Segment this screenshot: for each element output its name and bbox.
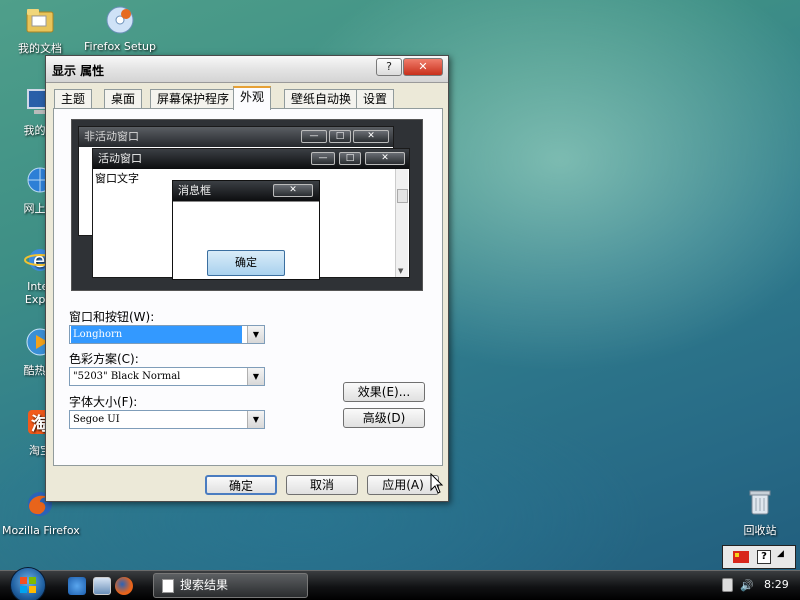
preview-scrollbar: ▼ [395, 169, 408, 277]
close-button[interactable]: ✕ [403, 58, 443, 76]
display-properties-dialog: 显示 属性 ? ✕ 主题 桌面 屏幕保护程序 外观 壁纸自动换 设置 非活动窗口… [45, 55, 449, 502]
windows-logo-icon [20, 577, 36, 593]
china-flag-icon [733, 551, 749, 563]
font-size-label: 字体大小(F): [69, 395, 138, 409]
chevron-down-icon[interactable]: ▼ [247, 368, 264, 385]
installer-cd-icon [104, 4, 136, 36]
minimize-icon: — [311, 152, 335, 165]
tab-desktop[interactable]: 桌面 [104, 89, 143, 109]
color-scheme-select[interactable]: "5203" Black Normal ▼ [69, 367, 265, 386]
preview-inactive-titlebar: 非活动窗口 — □ ✕ [79, 127, 393, 147]
desktop-icon-label: 我的文档 [18, 42, 62, 55]
svg-text:e: e [33, 248, 45, 272]
volume-icon[interactable]: 🔊 [740, 579, 754, 592]
advanced-button[interactable]: 高级(D) [343, 408, 425, 428]
tab-label: 桌面 [111, 92, 136, 106]
tab-label: 屏幕保护程序 [157, 92, 230, 106]
effects-button[interactable]: 效果(E)... [343, 382, 425, 402]
firefox-quicklaunch-icon[interactable] [115, 577, 133, 595]
ok-button[interactable]: 确定 [205, 475, 277, 495]
appearance-preview: 非活动窗口 — □ ✕ 活动窗口 — □ ✕ 窗口文字 ▼ 消息框 ✕ 确定 [71, 119, 423, 291]
expand-arrow-icon[interactable]: ◢ [777, 549, 784, 559]
tray-notification-popup: ? ◢ [722, 545, 796, 569]
taskbar: 搜索结果 🔊 8:29 [0, 567, 800, 600]
close-icon: ✕ [353, 130, 389, 143]
windows-buttons-label: 窗口和按钮(W): [69, 310, 155, 324]
tray-icon-device[interactable] [722, 578, 733, 592]
color-scheme-label: 色彩方案(C): [69, 352, 139, 366]
tab-label: 壁纸自动换 [291, 92, 352, 106]
close-icon: ✕ [273, 184, 313, 197]
tab-settings[interactable]: 设置 [356, 89, 395, 109]
preview-window-text: 窗口文字 [95, 172, 139, 185]
internet-explorer-quicklaunch-icon[interactable] [68, 577, 86, 595]
preview-message-box: 消息框 ✕ 确定 [172, 180, 320, 280]
windows-buttons-select[interactable]: Longhorn ▼ [69, 325, 265, 344]
desktop-icon-my-documents[interactable]: 我的文档 [2, 4, 78, 56]
desktop-icon-label: Firefox Setup [84, 40, 156, 53]
chevron-down-icon[interactable]: ▼ [247, 326, 264, 343]
document-search-icon [162, 579, 174, 593]
dialog-title: 显示 属性 [52, 64, 105, 78]
preview-inactive-title: 非活动窗口 [84, 130, 139, 143]
apply-button[interactable]: 应用(A) [367, 475, 439, 495]
tab-label: 主题 [61, 92, 86, 106]
windows-buttons-value: Longhorn [71, 326, 242, 343]
start-button[interactable] [10, 567, 46, 600]
help-icon: ? [386, 60, 392, 73]
preview-message-title: 消息框 [178, 184, 211, 197]
mouse-cursor-icon [430, 473, 444, 494]
taskbar-clock[interactable]: 8:29 [764, 578, 789, 591]
preview-active-title: 活动窗口 [98, 152, 142, 165]
appearance-panel: 非活动窗口 — □ ✕ 活动窗口 — □ ✕ 窗口文字 ▼ 消息框 ✕ 确定 窗… [53, 108, 443, 466]
close-icon: ✕ [418, 60, 428, 73]
tab-appearance[interactable]: 外观 [233, 86, 272, 110]
recycle-bin-icon [744, 486, 776, 518]
cancel-button[interactable]: 取消 [286, 475, 358, 495]
preview-ok-button: 确定 [207, 250, 285, 276]
maximize-icon: □ [329, 130, 351, 143]
tab-label: 设置 [363, 92, 388, 106]
maximize-icon: □ [339, 152, 361, 165]
taskbar-button-search-results[interactable]: 搜索结果 [153, 573, 308, 598]
minimize-icon: — [301, 130, 327, 143]
desktop-icon-label: Mozilla Firefox [2, 524, 80, 537]
font-size-select[interactable]: Segoe UI ▼ [69, 410, 265, 429]
dialog-titlebar[interactable]: 显示 属性 ? ✕ [46, 56, 448, 83]
tab-label: 外观 [240, 90, 265, 104]
chevron-down-icon[interactable]: ▼ [247, 411, 264, 428]
tab-wallpaper-changer[interactable]: 壁纸自动换 [284, 89, 359, 109]
desktop-icon-recycle-bin[interactable]: 回收站 [722, 486, 798, 538]
color-scheme-value: "5203" Black Normal [73, 371, 181, 382]
tab-screensaver[interactable]: 屏幕保护程序 [150, 89, 237, 109]
close-icon: ✕ [365, 152, 405, 165]
desktop-icon-label: 回收站 [743, 524, 777, 537]
tab-themes[interactable]: 主题 [54, 89, 93, 109]
preview-active-titlebar: 活动窗口 — □ ✕ [93, 149, 409, 169]
folder-icon [24, 4, 56, 36]
desktop-icon-firefox-setup[interactable]: Firefox Setup [82, 4, 158, 53]
help-icon[interactable]: ? [757, 550, 771, 564]
show-desktop-icon[interactable] [93, 577, 111, 595]
preview-message-body: 确定 [173, 201, 319, 279]
scrollbar-thumb [397, 189, 408, 203]
font-size-value: Segoe UI [73, 414, 120, 425]
help-button[interactable]: ? [376, 58, 402, 76]
scroll-down-arrow-icon: ▼ [398, 267, 404, 275]
taskbar-button-label: 搜索结果 [180, 578, 229, 592]
preview-message-titlebar: 消息框 ✕ [173, 181, 319, 201]
